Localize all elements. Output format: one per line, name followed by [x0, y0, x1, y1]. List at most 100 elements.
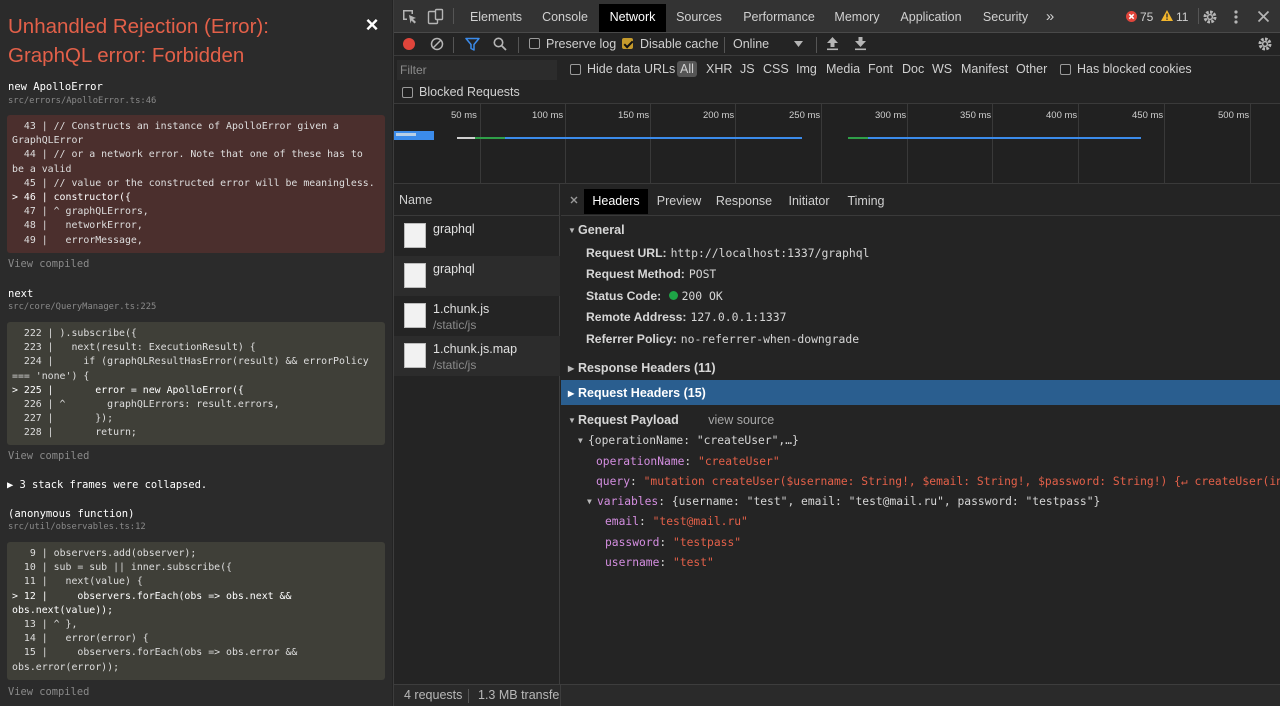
device-toolbar-icon[interactable] [427, 8, 444, 25]
request-row[interactable]: 1.chunk.js.map /static/js [394, 336, 560, 376]
filter-icon[interactable] [465, 37, 480, 51]
kebab-menu-icon[interactable] [1234, 9, 1238, 25]
filter-type-manifest[interactable]: Manifest [961, 62, 1008, 76]
tab-application[interactable]: Application [894, 4, 968, 30]
grid-line [1164, 104, 1165, 184]
export-har-icon[interactable] [854, 36, 867, 51]
import-har-icon[interactable] [826, 36, 839, 51]
timeline-bar [475, 137, 505, 139]
view-compiled-link[interactable]: View compiled [8, 686, 89, 698]
hide-data-urls-label[interactable]: Hide data URLs [587, 62, 675, 76]
name-column-header[interactable]: Name [394, 184, 560, 216]
tab-memory[interactable]: Memory [830, 4, 884, 30]
hide-data-urls-checkbox[interactable] [570, 64, 581, 75]
request-count: 4 requests [404, 688, 463, 702]
tab-security[interactable]: Security [978, 4, 1033, 30]
stack-frame-file: src/util/observables.ts:12 [8, 522, 146, 532]
payload-variables[interactable]: ▼ variables: {username: "test", email: "t… [587, 495, 1100, 508]
request-row[interactable]: 1.chunk.js /static/js [394, 296, 560, 336]
inspect-element-icon[interactable] [402, 9, 418, 25]
tab-network[interactable]: Network [599, 4, 666, 32]
blocked-requests-checkbox[interactable] [402, 87, 413, 98]
filter-type-css[interactable]: CSS [763, 62, 789, 76]
request-row[interactable]: graphql [394, 256, 560, 296]
code-line: 45 | // value or the constructed error w… [12, 177, 375, 189]
status-code-label: Status Code: [586, 289, 662, 303]
preserve-log-label[interactable]: Preserve log [546, 37, 616, 51]
tab-preview[interactable]: Preview [652, 189, 706, 214]
code-snippet: 9 | observers.add(observer); 10 | sub = … [7, 542, 385, 680]
response-headers-section[interactable]: ▶ Response Headers (11) [568, 361, 716, 375]
error-count-icon[interactable] [1126, 11, 1137, 22]
record-icon[interactable] [402, 37, 416, 51]
close-details-icon[interactable] [570, 196, 578, 204]
network-overview[interactable]: 50 ms 100 ms 150 ms 200 ms 250 ms 300 ms… [394, 104, 1280, 184]
tab-console[interactable]: Console [533, 4, 597, 30]
settings-gear-icon[interactable] [1202, 9, 1218, 25]
request-row[interactable]: graphql [394, 216, 560, 256]
request-payload-section[interactable]: ▼ Request Payload view source [568, 413, 774, 427]
code-line: 15 | observers.forEach(obs => obs.error … [12, 647, 304, 673]
tick-label: 150 ms [618, 110, 650, 121]
filter-input[interactable] [397, 60, 557, 80]
clear-icon[interactable] [430, 37, 444, 51]
tab-response[interactable]: Response [710, 189, 778, 214]
toolbar-divider [453, 37, 454, 53]
filter-type-other[interactable]: Other [1016, 62, 1047, 76]
close-icon[interactable]: × [362, 14, 382, 36]
tab-performance[interactable]: Performance [737, 4, 821, 30]
request-name: graphql [433, 222, 475, 236]
more-tabs-icon[interactable]: » [1041, 4, 1059, 30]
disable-cache-label[interactable]: Disable cache [640, 37, 719, 51]
filter-type-media[interactable]: Media [826, 62, 860, 76]
filter-type-doc[interactable]: Doc [902, 62, 924, 76]
grid-line [821, 104, 822, 184]
payload-root[interactable]: ▼ {operationName: "createUser",…} [578, 434, 799, 447]
has-blocked-cookies-checkbox[interactable] [1060, 64, 1071, 75]
chevron-down-icon[interactable] [794, 41, 803, 47]
details-tabbar: Headers Preview Response Initiator Timin… [561, 184, 1280, 216]
tab-headers[interactable]: Headers [584, 189, 648, 214]
view-source-link[interactable]: view source [708, 413, 774, 427]
request-path: /static/js [433, 358, 477, 372]
network-settings-icon[interactable] [1257, 36, 1273, 52]
tab-initiator[interactable]: Initiator [781, 189, 837, 214]
payload-key: username [605, 556, 660, 569]
request-headers-section[interactable]: ▶ Request Headers (15) [561, 380, 1280, 405]
preserve-log-checkbox[interactable] [529, 38, 540, 49]
tab-elements[interactable]: Elements [463, 4, 529, 30]
filter-type-all[interactable]: All [677, 61, 697, 77]
collapsed-frames-toggle[interactable]: ▶ 3 stack frames were collapsed. [7, 479, 207, 491]
warning-count[interactable]: 11 [1176, 10, 1188, 24]
tab-timing[interactable]: Timing [841, 189, 891, 214]
filter-type-js[interactable]: JS [740, 62, 755, 76]
filter-type-img[interactable]: Img [796, 62, 817, 76]
file-icon [404, 223, 426, 248]
view-compiled-link[interactable]: View compiled [8, 450, 89, 462]
filter-type-font[interactable]: Font [868, 62, 893, 76]
general-section-header[interactable]: ▼ General [568, 223, 625, 237]
tick-label: 450 ms [1132, 110, 1164, 121]
filter-type-xhr[interactable]: XHR [706, 62, 732, 76]
code-line: 43 | // Constructs an instance of Apollo… [12, 121, 345, 147]
error-count[interactable]: 75 [1140, 10, 1153, 24]
timeline-bar [457, 137, 475, 139]
warning-count-icon[interactable] [1161, 10, 1173, 21]
toolbar-divider [816, 37, 817, 53]
payload-value: "createUser" [698, 455, 780, 468]
disable-cache-checkbox[interactable] [622, 38, 633, 49]
close-devtools-icon[interactable] [1257, 10, 1270, 23]
code-line: 9 | observers.add(observer); [12, 548, 197, 559]
view-compiled-link[interactable]: View compiled [8, 258, 89, 270]
payload-operation-name: operationName: "createUser" [596, 455, 780, 468]
has-blocked-cookies-label[interactable]: Has blocked cookies [1077, 62, 1192, 76]
payload-key: email [605, 515, 640, 528]
throttling-select[interactable]: Online [733, 37, 769, 51]
tick-label: 200 ms [703, 110, 735, 121]
search-icon[interactable] [493, 37, 507, 51]
tab-sources[interactable]: Sources [670, 4, 728, 30]
payload-value: "test@mail.ru" [652, 515, 748, 528]
triangle-right-icon: ▶ [568, 364, 575, 373]
blocked-requests-label[interactable]: Blocked Requests [419, 85, 520, 99]
filter-type-ws[interactable]: WS [932, 62, 952, 76]
